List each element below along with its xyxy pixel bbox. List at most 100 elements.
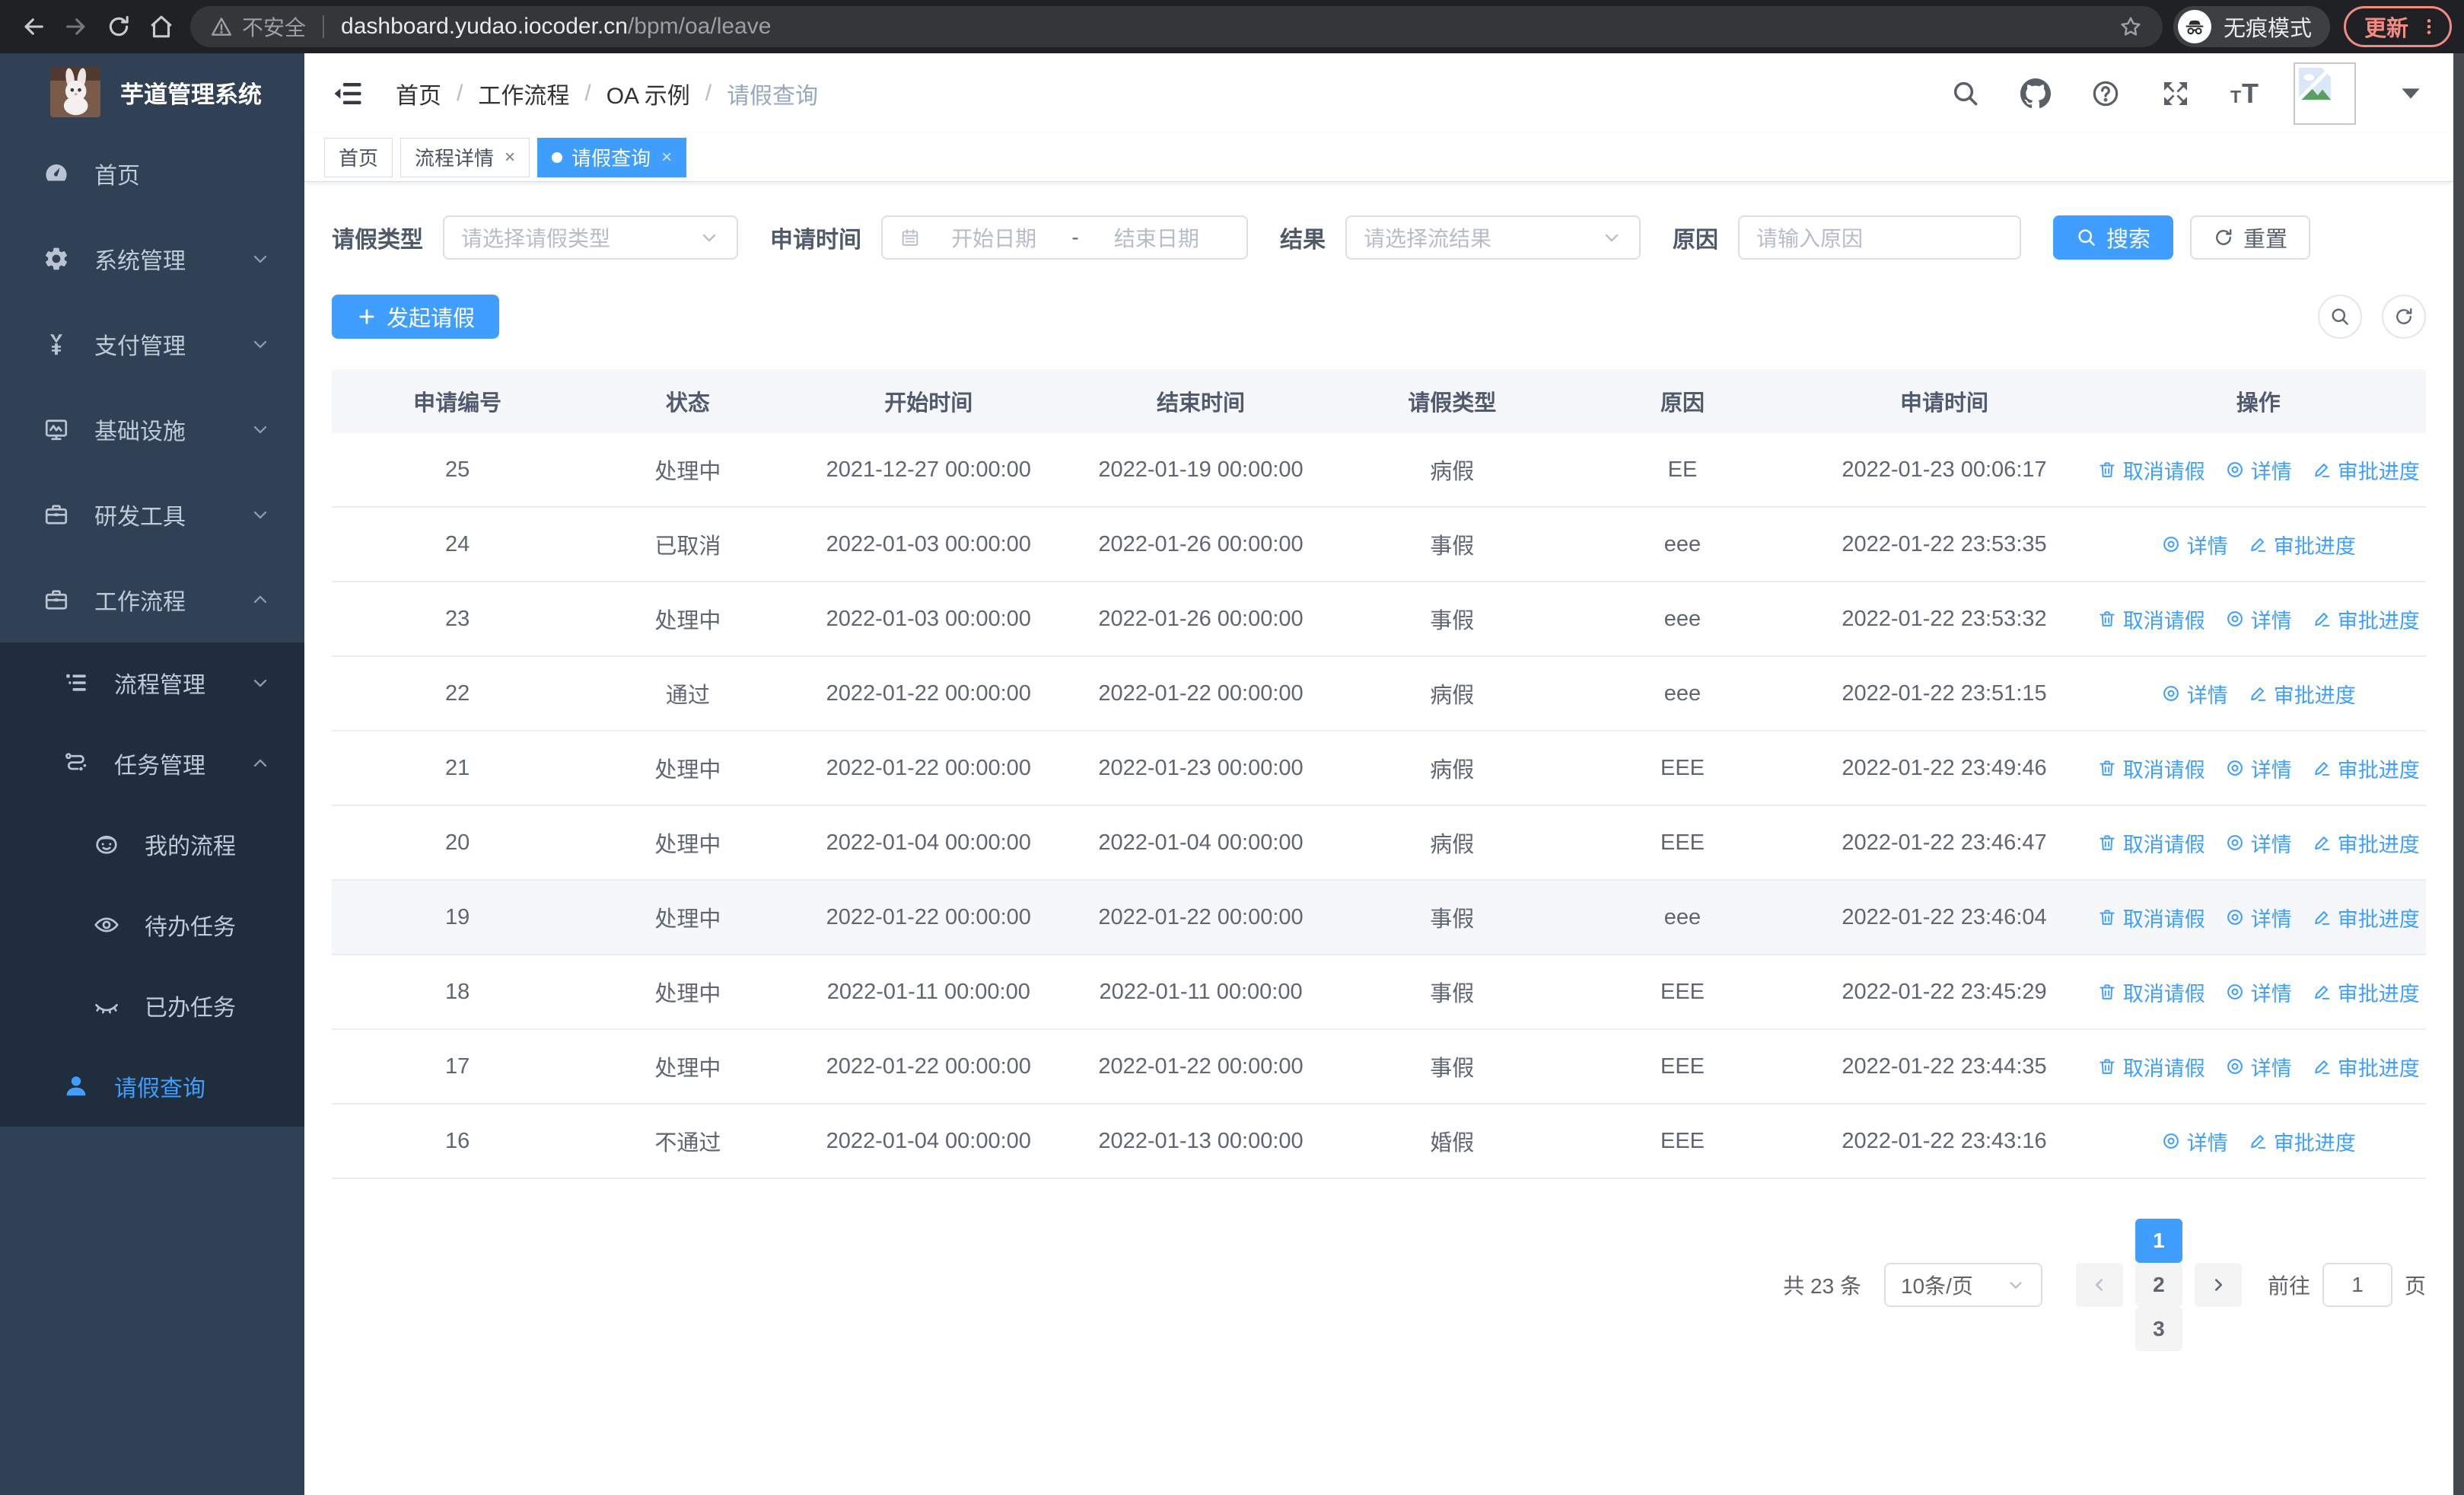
cell-开始时间: 2022-01-22 00:00:00 [826,681,1031,706]
goto-page-input[interactable] [2322,1263,2392,1307]
reset-button-label: 重置 [2243,228,2288,252]
tab-首页[interactable]: 首页 [324,137,393,177]
search-button[interactable]: 搜索 [2053,215,2174,260]
action-detail-link[interactable]: 详情 [2161,1127,2228,1156]
action-cancel-link[interactable]: 取消请假 [2097,754,2205,783]
prev-page-button[interactable] [2075,1263,2123,1307]
cell-原因: eee [1663,531,1702,556]
action-progress-link[interactable]: 审批进度 [2312,903,2420,932]
refresh-table-button[interactable] [2382,295,2426,339]
browser-menu-icon[interactable] [2419,17,2439,37]
sidebar-item-首页[interactable]: 首页 [0,131,304,216]
reset-button[interactable]: 重置 [2190,215,2311,260]
tab-流程详情[interactable]: 流程详情 × [400,137,530,177]
action-cancel-link[interactable]: 取消请假 [2097,455,2205,485]
leave-type-select[interactable]: 请选择请假类型 [443,215,738,260]
browser-back-button[interactable] [12,5,55,48]
breadcrumb-separator: / [705,80,712,106]
address-bar[interactable]: 不安全 dashboard.yudao.iocoder.cn/bpm/oa/le… [190,6,2163,47]
font-size-icon[interactable]: TT [2230,78,2259,110]
action-cancel-link[interactable]: 取消请假 [2097,1052,2205,1082]
action-detail-link[interactable]: 详情 [2225,604,2292,634]
action-progress-link[interactable]: 审批进度 [2312,754,2420,783]
next-page-button[interactable] [2194,1263,2242,1307]
sidebar-item-我的流程[interactable]: 我的流程 [0,804,304,885]
tab-close-icon[interactable]: × [661,147,672,168]
action-detail-link[interactable]: 详情 [2161,679,2228,709]
action-progress-link[interactable]: 审批进度 [2248,1127,2356,1156]
action-detail-link[interactable]: 详情 [2225,977,2292,1007]
action-progress-link[interactable]: 审批进度 [2312,604,2420,634]
cell-原因: eee [1663,904,1702,929]
action-cancel-link[interactable]: 取消请假 [2097,828,2205,858]
browser-forward-button[interactable] [55,5,97,48]
cell-状态: 处理中 [654,460,721,484]
sidebar-item-请假查询[interactable]: 请假查询 [0,1046,304,1127]
page-scrollbar[interactable] [2453,53,2464,1495]
page-button-3[interactable]: 3 [2135,1307,2182,1351]
hamburger-icon[interactable] [332,78,364,110]
cell-结束时间: 2022-01-23 00:00:00 [1098,755,1304,780]
sidebar-item-任务管理[interactable]: 任务管理 [0,723,304,804]
action-detail-link[interactable]: 详情 [2225,828,2292,858]
action-progress-link[interactable]: 审批进度 [2312,455,2420,485]
fullscreen-icon[interactable] [2160,78,2191,109]
browser-home-button[interactable] [140,5,183,48]
action-detail-link[interactable]: 详情 [2225,903,2292,932]
sidebar-item-已办任务[interactable]: 已办任务 [0,965,304,1046]
breadcrumb-item[interactable]: 工作流程 [478,77,569,110]
breadcrumb-item[interactable]: 首页 [396,77,441,110]
action-detail-link[interactable]: 详情 [2161,530,2228,559]
tab-label: 请假查询 [571,147,651,170]
toggle-search-button[interactable] [2318,295,2362,339]
action-progress-link[interactable]: 审批进度 [2248,679,2356,709]
action-progress-link[interactable]: 审批进度 [2312,1052,2420,1082]
action-detail-link[interactable]: 详情 [2225,1052,2292,1082]
sidebar: 芋道管理系统 首页 系统管理 支付管理 基础设施 研发工具 工作流程 流程管理 任务管理 我的流… [0,53,304,1495]
view-icon [2225,609,2245,629]
cell-开始时间: 2022-01-22 00:00:00 [826,1054,1031,1079]
avatar[interactable] [2294,62,2356,125]
search-icon[interactable] [1950,78,1981,109]
sidebar-item-研发工具[interactable]: 研发工具 [0,472,304,557]
tab-请假查询[interactable]: 请假查询 × [537,137,687,177]
sidebar-item-基础设施[interactable]: 基础设施 [0,387,304,472]
action-cancel-link[interactable]: 取消请假 [2097,604,2205,634]
refresh-icon [2393,306,2415,327]
toolbox-icon [43,501,70,528]
action-cancel-link[interactable]: 取消请假 [2097,977,2205,1007]
tab-label: 流程详情 [415,147,495,170]
sidebar-item-工作流程[interactable]: 工作流程 [0,557,304,642]
create-leave-button[interactable]: 发起请假 [332,295,500,339]
cell-操作: 取消请假 详情 审批进度 [2091,1052,2426,1082]
cell-操作: 取消请假 详情 审批进度 [2091,977,2426,1007]
help-icon[interactable] [2090,78,2121,109]
view-icon [2225,907,2245,927]
action-cancel-link[interactable]: 取消请假 [2097,903,2205,932]
page-button-1[interactable]: 1 [2135,1219,2182,1263]
action-progress-link[interactable]: 审批进度 [2312,828,2420,858]
page-button-2[interactable]: 2 [2135,1263,2182,1307]
cell-开始时间: 2022-01-03 00:00:00 [826,606,1031,631]
action-progress-link[interactable]: 审批进度 [2248,530,2356,559]
caret-down-icon[interactable] [2396,78,2426,109]
sidebar-item-流程管理[interactable]: 流程管理 [0,642,304,723]
result-select[interactable]: 请选择流结果 [1345,215,1641,260]
sidebar-item-待办任务[interactable]: 待办任务 [0,885,304,965]
breadcrumb-item[interactable]: OA 示例 [606,77,690,110]
apply-time-range-picker[interactable]: 开始日期 - 结束日期 [881,215,1248,260]
sidebar-item-支付管理[interactable]: 支付管理 [0,301,304,387]
cell-开始时间: 2022-01-22 00:00:00 [826,904,1031,929]
action-detail-link[interactable]: 详情 [2225,455,2292,485]
cell-操作: 取消请假 详情 审批进度 [2091,455,2426,485]
action-detail-link[interactable]: 详情 [2225,754,2292,783]
bookmark-star-icon[interactable] [2119,14,2143,39]
browser-reload-button[interactable] [97,5,140,48]
reason-input[interactable]: 请输入原因 [1738,215,2021,260]
browser-update-button[interactable]: 更新 [2343,6,2452,47]
sidebar-item-系统管理[interactable]: 系统管理 [0,216,304,301]
github-icon[interactable] [2020,78,2051,109]
tab-close-icon[interactable]: × [505,147,515,168]
action-progress-link[interactable]: 审批进度 [2312,977,2420,1007]
page-size-select[interactable]: 10条/页 [1883,1263,2042,1307]
